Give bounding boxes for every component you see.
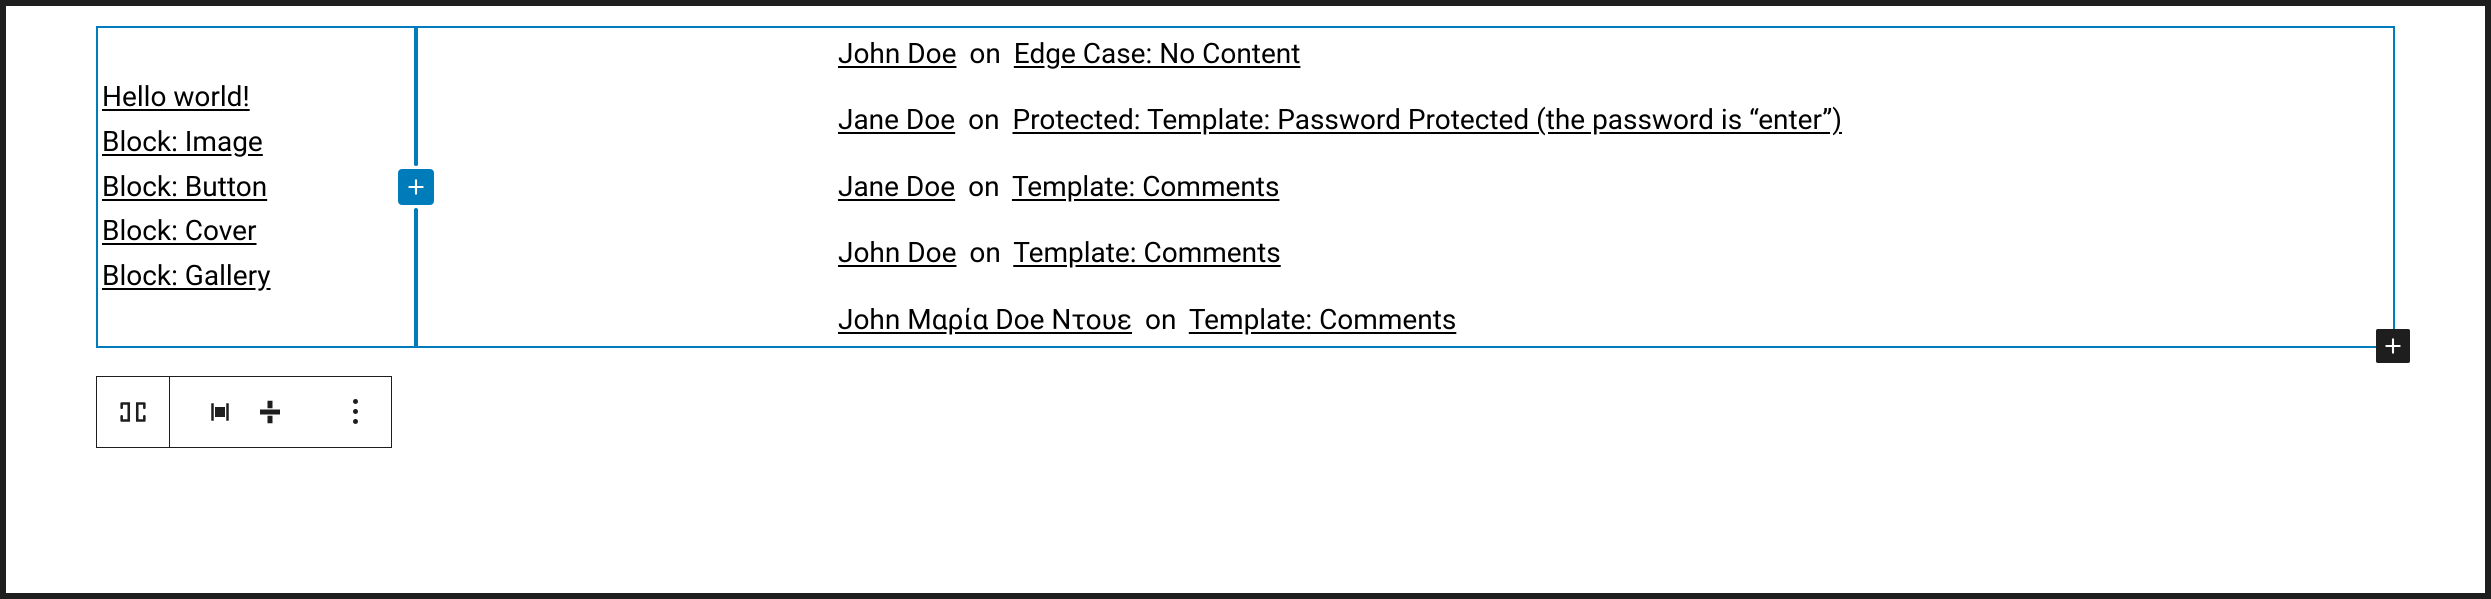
latest-post-link[interactable]: Block: Gallery	[102, 254, 271, 299]
latest-post-link[interactable]: Hello world!	[102, 75, 250, 120]
more-options-button[interactable]	[319, 377, 391, 447]
latest-post-link[interactable]: Block: Image	[102, 120, 263, 165]
on-text: on	[963, 236, 1006, 269]
plus-icon	[2383, 336, 2403, 356]
comment-author-link[interactable]: Jane Doe	[838, 170, 955, 203]
recent-comment: John Μαρία Doe Ντουε on Template: Commen…	[838, 302, 2393, 338]
block-toolbar	[96, 376, 392, 448]
columns-block-selected[interactable]: Hello world! Block: Image Block: Button …	[96, 26, 2395, 348]
recent-comment: Jane Doe on Template: Comments	[838, 169, 2393, 205]
comment-post-link[interactable]: Template: Comments	[1013, 236, 1280, 269]
align-icon	[205, 397, 235, 427]
comment-post-link[interactable]: Edge Case: No Content	[1014, 37, 1301, 70]
column-left[interactable]: Hello world! Block: Image Block: Button …	[98, 36, 398, 338]
comment-post-link[interactable]: Protected: Template: Password Protected …	[1012, 103, 1842, 136]
latest-post-link[interactable]: Block: Button	[102, 165, 267, 210]
comment-author-link[interactable]: John Μαρία Doe Ντουε	[838, 303, 1132, 336]
comment-post-link[interactable]: Template: Comments	[1012, 170, 1279, 203]
editor-canvas: Hello world! Block: Image Block: Button …	[6, 6, 2485, 593]
latest-post-link[interactable]: Block: Cover	[102, 209, 257, 254]
recent-comment: John Doe on Template: Comments	[838, 235, 2393, 271]
columns-icon	[116, 395, 150, 429]
block-inserter-button[interactable]	[2376, 329, 2410, 363]
comment-author-link[interactable]: John Doe	[838, 37, 956, 70]
recent-comment: John Doe on Edge Case: No Content	[838, 36, 2393, 72]
more-icon	[353, 399, 358, 424]
on-text: on	[962, 170, 1005, 203]
column-right[interactable]: John Doe on Edge Case: No Content Jane D…	[398, 36, 2393, 338]
recent-comment: Jane Doe on Protected: Template: Passwor…	[838, 102, 2393, 138]
vertical-align-button[interactable]	[255, 397, 285, 427]
alignment-group	[169, 377, 319, 447]
horizontal-align-button[interactable]	[205, 397, 235, 427]
on-text: on	[1139, 303, 1182, 336]
block-type-button[interactable]	[97, 377, 169, 447]
on-text: on	[963, 37, 1006, 70]
comment-author-link[interactable]: John Doe	[838, 236, 956, 269]
comment-post-link[interactable]: Template: Comments	[1189, 303, 1456, 336]
comment-author-link[interactable]: Jane Doe	[838, 103, 955, 136]
on-text: on	[962, 103, 1005, 136]
vertical-align-icon	[255, 397, 285, 427]
